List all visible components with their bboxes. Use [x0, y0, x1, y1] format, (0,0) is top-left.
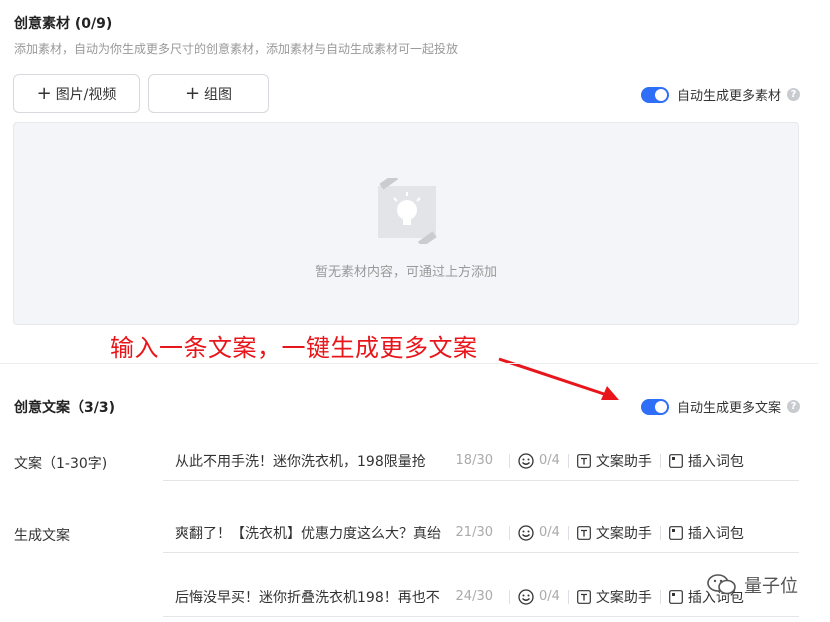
- empty-lightbulb-illustration-icon: [378, 178, 437, 244]
- wordpack-icon: [669, 453, 683, 468]
- emoji-count: 0/4: [539, 589, 560, 604]
- copy-input-label: 文案（1-30字): [14, 456, 108, 472]
- insert-wordpack-label: 插入词包: [687, 525, 744, 542]
- copy-row: 从此不用手洗！迷你洗衣机，198限量抢 18/30 0/4 文案助手 插入词包: [163, 441, 799, 481]
- copy-assistant-label: 文案助手: [595, 589, 652, 606]
- auto-material-toggle[interactable]: [640, 86, 669, 103]
- plus-icon: +: [184, 82, 201, 104]
- material-drop-area[interactable]: 暂无素材内容，可通过上方添加: [13, 122, 799, 325]
- section-divider: [0, 363, 818, 364]
- copy-input[interactable]: 从此不用手洗！迷你洗衣机，198限量抢: [163, 451, 443, 471]
- auto-material-toggle-label: 自动生成更多素材: [676, 89, 781, 104]
- empty-state-text: 暂无素材内容，可通过上方添加: [314, 265, 497, 280]
- separator: [509, 589, 510, 604]
- emoji-icon: [518, 524, 534, 541]
- add-group-image-label: 组图: [204, 86, 233, 103]
- material-section-description: 添加素材，自动为你生成更多尺寸的创意素材，添加素材与自动生成素材可一起投放: [14, 42, 459, 56]
- separator: [567, 589, 569, 604]
- separator: [659, 589, 661, 604]
- copy-assistant-label: 文案助手: [595, 453, 652, 470]
- copy-row: 爽翻了！【洗衣机】优惠力度这么大？真绐 21/30 0/4 文案助手 插入词包: [163, 513, 799, 553]
- copy-input[interactable]: 后悔没早买！迷你折叠洗衣机198！再也不: [163, 587, 443, 607]
- plus-icon: +: [36, 82, 52, 104]
- watermark-text: 量子位: [744, 576, 798, 597]
- text-t-icon: [577, 525, 591, 540]
- copy-assistant-button[interactable]: 文案助手: [577, 587, 652, 607]
- emoji-count: 0/4: [539, 453, 560, 468]
- text-t-icon: [577, 589, 591, 604]
- copy-input[interactable]: 爽翻了！【洗衣机】优惠力度这么大？真绐: [163, 523, 443, 543]
- copy-assistant-button[interactable]: 文案助手: [577, 523, 652, 543]
- text-t-icon: [577, 453, 591, 468]
- insert-wordpack-button[interactable]: 插入词包: [669, 523, 744, 543]
- auto-copy-toggle-label: 自动生成更多文案: [676, 401, 781, 416]
- wechat-logo-icon: [707, 574, 736, 595]
- copy-row: 后悔没早买！迷你折叠洗衣机198！再也不 24/30 0/4 文案助手 插入词包: [163, 577, 799, 617]
- emoji-icon: [518, 452, 534, 469]
- add-group-image-button[interactable]: + 组图: [148, 74, 269, 113]
- generated-copy-label: 生成文案: [14, 528, 70, 544]
- wordpack-icon: [669, 525, 683, 540]
- copy-assistant-label: 文案助手: [595, 525, 652, 542]
- auto-copy-toggle-row: 自动生成更多文案 ?: [640, 397, 800, 416]
- help-icon[interactable]: ?: [787, 88, 800, 101]
- auto-material-toggle-row: 自动生成更多素材 ?: [640, 85, 800, 104]
- insert-wordpack-button[interactable]: 插入词包: [669, 451, 744, 471]
- emoji-button[interactable]: 0/4: [518, 452, 560, 469]
- annotation-text: 输入一条文案，一键生成更多文案: [110, 334, 478, 362]
- emoji-count: 0/4: [539, 525, 560, 540]
- emoji-icon: [518, 588, 534, 605]
- help-icon[interactable]: ?: [787, 400, 800, 413]
- auto-copy-toggle[interactable]: [640, 398, 669, 415]
- emoji-button[interactable]: 0/4: [518, 524, 560, 541]
- separator: [659, 453, 661, 468]
- insert-wordpack-label: 插入词包: [687, 453, 744, 470]
- material-section-title: 创意素材 (0/9): [14, 16, 113, 32]
- separator: [567, 525, 569, 540]
- wordpack-icon: [669, 589, 683, 604]
- char-count: 18/30: [455, 453, 493, 468]
- separator: [509, 525, 510, 540]
- separator: [567, 453, 569, 468]
- separator: [659, 525, 661, 540]
- char-count: 21/30: [455, 525, 493, 540]
- add-image-video-button[interactable]: + 图片/视频: [13, 74, 140, 113]
- emoji-button[interactable]: 0/4: [518, 588, 560, 605]
- copy-section-title: 创意文案（3/3): [14, 400, 115, 416]
- separator: [509, 453, 510, 468]
- copy-assistant-button[interactable]: 文案助手: [577, 451, 652, 471]
- char-count: 24/30: [455, 589, 493, 604]
- watermark: 量子位: [706, 572, 798, 598]
- add-image-video-label: 图片/视频: [55, 86, 117, 103]
